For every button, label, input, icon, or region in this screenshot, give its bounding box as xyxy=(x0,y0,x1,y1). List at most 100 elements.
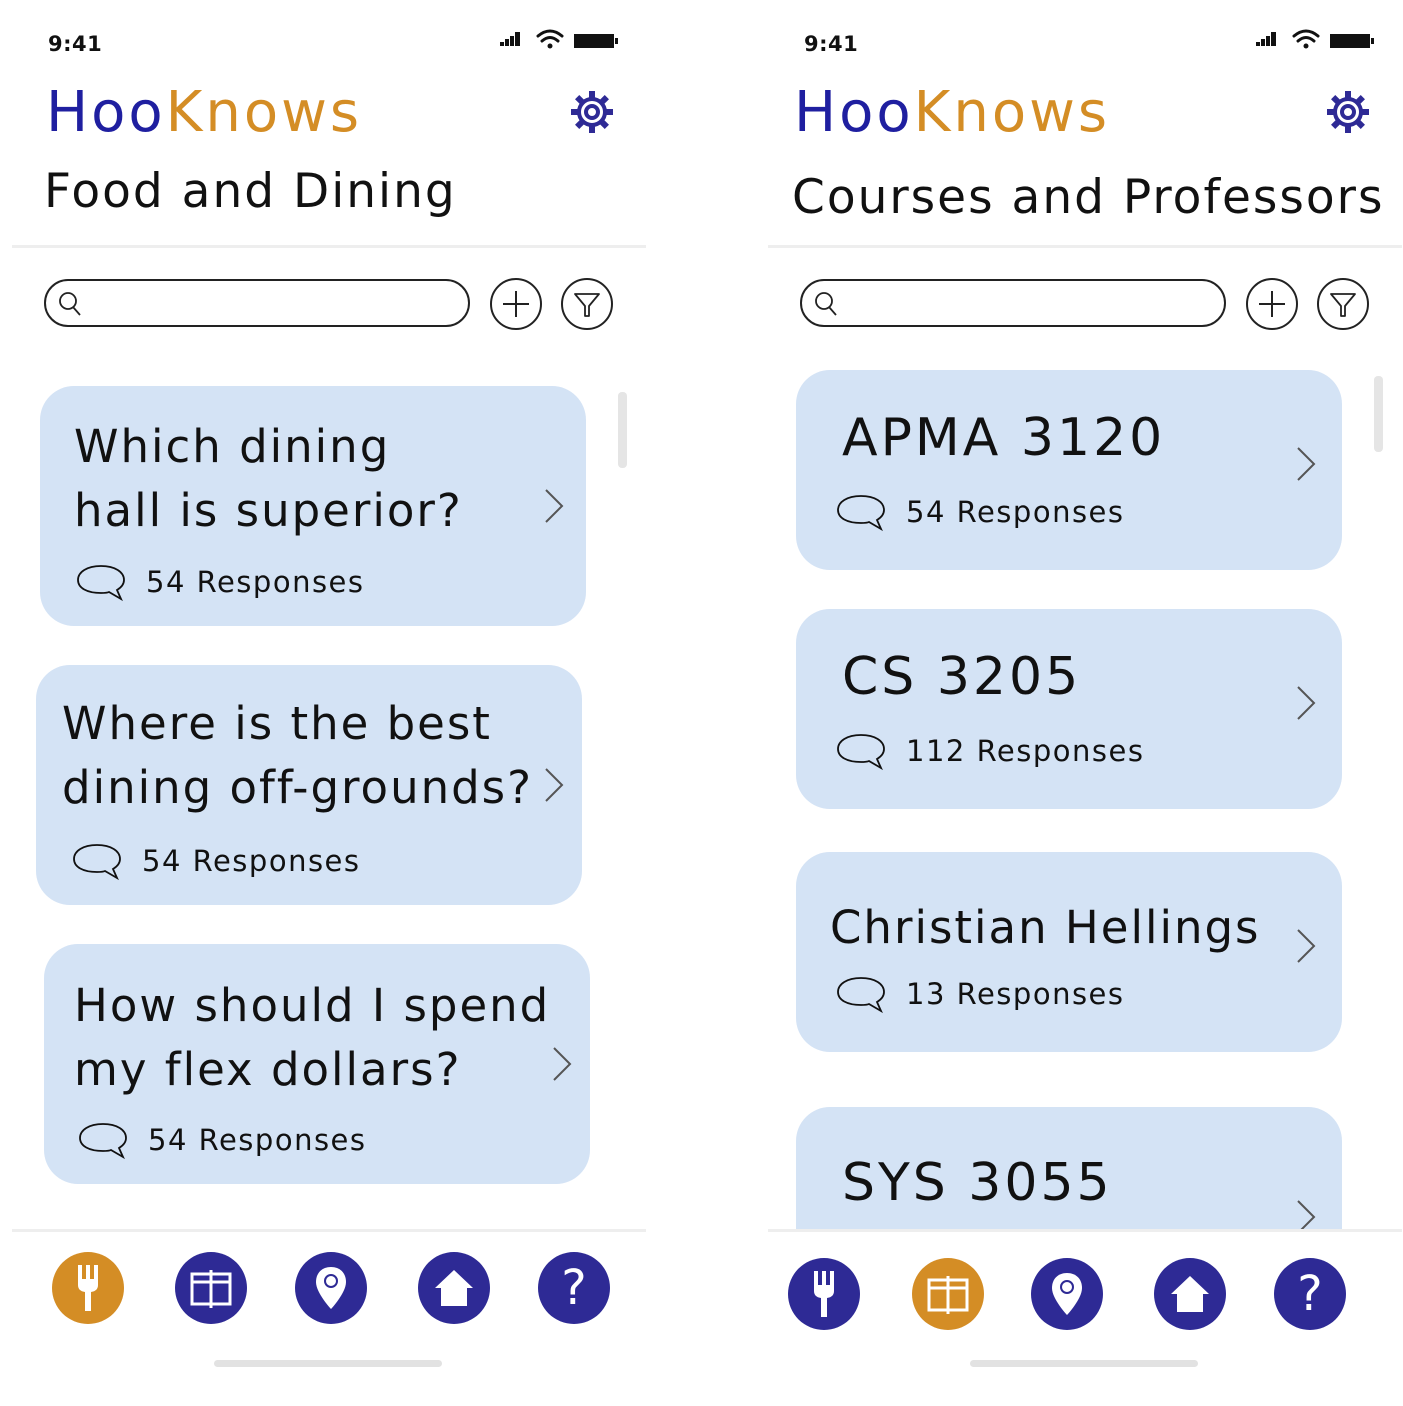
response-count: 112 Responses xyxy=(836,731,1144,771)
comment-icon xyxy=(837,495,885,532)
response-count-label: 54 Responses xyxy=(142,844,361,878)
chevron-right-icon xyxy=(545,489,564,523)
search-bar[interactable] xyxy=(800,279,1226,327)
card-title: CS 3205 xyxy=(842,647,1082,707)
card-title-line1: How should I spend xyxy=(74,979,551,1032)
question-list: Which dining hall is superior? 54 Respon… xyxy=(10,340,650,1232)
signal-icon xyxy=(500,32,520,46)
location-pin-icon xyxy=(1052,1273,1082,1315)
book-icon xyxy=(190,1270,232,1308)
tab-courses[interactable] xyxy=(912,1258,984,1330)
location-pin-icon xyxy=(316,1267,346,1309)
tab-courses[interactable] xyxy=(175,1252,247,1324)
tab-food[interactable] xyxy=(788,1258,860,1330)
gear-icon[interactable] xyxy=(1324,88,1372,136)
course-list: APMA 3120 54 Responses CS 3205 112 Respo… xyxy=(766,340,1403,1232)
tab-food[interactable] xyxy=(52,1252,124,1324)
scrollbar[interactable] xyxy=(1374,376,1383,452)
search-icon xyxy=(59,292,81,316)
home-indicator xyxy=(214,1360,442,1367)
question-icon: ? xyxy=(1297,1266,1323,1322)
course-card[interactable]: CS 3205 112 Responses xyxy=(796,609,1342,809)
app-logo: HooKnows xyxy=(46,80,362,145)
filter-button[interactable] xyxy=(561,278,613,330)
tab-home[interactable] xyxy=(418,1252,490,1324)
question-card[interactable]: How should I spend my flex dollars? 54 R… xyxy=(44,944,590,1184)
comment-icon xyxy=(73,844,121,881)
chevron-right-icon xyxy=(553,1047,572,1081)
question-icon: ? xyxy=(561,1260,587,1316)
card-title-line2: hall is superior? xyxy=(74,484,463,537)
tab-home[interactable] xyxy=(1154,1258,1226,1330)
status-time: 9:41 xyxy=(804,32,859,56)
status-time: 9:41 xyxy=(48,32,103,56)
card-title-line2: dining off-grounds? xyxy=(62,761,534,814)
filter-icon xyxy=(574,293,600,317)
search-input[interactable] xyxy=(848,287,1212,321)
response-count-label: 13 Responses xyxy=(906,977,1125,1011)
chevron-right-icon xyxy=(545,768,564,802)
course-card[interactable]: APMA 3120 54 Responses xyxy=(796,370,1342,570)
response-count-label: 54 Responses xyxy=(148,1123,367,1157)
card-title-line1: Where is the best xyxy=(62,697,492,750)
wifi-icon xyxy=(1292,29,1320,49)
response-count: 54 Responses xyxy=(72,841,361,881)
section-title: Courses and Professors xyxy=(792,170,1385,225)
tab-places[interactable] xyxy=(1031,1258,1103,1330)
card-title-line2: my flex dollars? xyxy=(74,1043,462,1096)
comment-icon xyxy=(837,977,885,1014)
section-title: Food and Dining xyxy=(44,164,457,219)
tab-help[interactable]: ? xyxy=(538,1252,610,1324)
chevron-right-icon xyxy=(1297,1200,1316,1232)
filter-icon xyxy=(1330,293,1356,317)
question-card[interactable]: Where is the best dining off-grounds? 54… xyxy=(36,665,582,905)
home-indicator xyxy=(970,1360,1198,1367)
response-count: 54 Responses xyxy=(78,1120,367,1160)
response-count-label: 54 Responses xyxy=(906,495,1125,529)
signal-icon xyxy=(1256,32,1276,46)
chevron-right-icon xyxy=(1297,929,1316,963)
response-count: 54 Responses xyxy=(836,492,1125,532)
tab-places[interactable] xyxy=(295,1252,367,1324)
course-card[interactable]: SYS 3055 xyxy=(796,1107,1342,1232)
home-icon xyxy=(435,1270,473,1306)
app-logo: HooKnows xyxy=(794,80,1110,145)
filter-button[interactable] xyxy=(1317,278,1369,330)
battery-icon xyxy=(574,34,618,48)
comment-icon xyxy=(837,734,885,771)
tabbar-divider xyxy=(12,1229,646,1232)
logo-knows: Knows xyxy=(913,80,1111,145)
search-bar[interactable] xyxy=(44,279,470,327)
question-card[interactable]: Which dining hall is superior? 54 Respon… xyxy=(40,386,586,626)
home-icon xyxy=(1171,1276,1209,1312)
header-divider xyxy=(768,245,1402,248)
status-bar-icons xyxy=(500,29,618,49)
wifi-icon xyxy=(536,29,564,49)
logo-knows: Knows xyxy=(165,80,363,145)
card-title-line1: Which dining xyxy=(74,420,391,473)
card-title: APMA 3120 xyxy=(842,408,1166,468)
battery-icon xyxy=(1330,34,1374,48)
chevron-right-icon xyxy=(1297,686,1316,720)
search-icon xyxy=(815,292,837,316)
card-title: SYS 3055 xyxy=(842,1153,1113,1213)
gear-icon[interactable] xyxy=(568,88,616,136)
chevron-right-icon xyxy=(1297,447,1316,481)
comment-icon xyxy=(79,1123,127,1160)
plus-icon xyxy=(503,291,529,317)
add-button[interactable] xyxy=(1246,278,1298,330)
add-button[interactable] xyxy=(490,278,542,330)
tabbar-divider xyxy=(768,1229,1402,1232)
professor-card[interactable]: Christian Hellings 13 Responses xyxy=(796,852,1342,1052)
tab-bar: ? xyxy=(766,1256,1403,1336)
scrollbar[interactable] xyxy=(618,392,627,468)
comment-icon xyxy=(77,565,125,602)
tab-bar: ? xyxy=(10,1248,650,1328)
book-icon xyxy=(927,1276,969,1314)
status-bar-icons xyxy=(1256,29,1374,49)
response-count-label: 112 Responses xyxy=(906,734,1145,768)
response-count: 54 Responses xyxy=(76,562,365,602)
phone-screen-food: 9:41 HooKnows Food and Dining Which dini… xyxy=(10,0,650,1406)
tab-help[interactable]: ? xyxy=(1274,1258,1346,1330)
search-input[interactable] xyxy=(92,287,456,321)
